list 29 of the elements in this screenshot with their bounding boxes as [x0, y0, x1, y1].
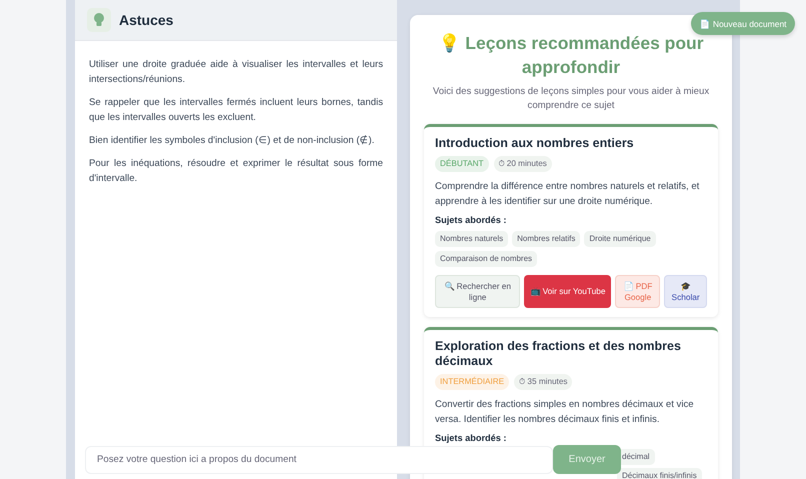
new-document-button[interactable]: 📄 Nouveau document: [691, 12, 795, 35]
topic-tag: Décimaux finis/infinis: [617, 468, 702, 479]
recommendations-subtitle: Voici des suggestions de leçons simples pour vous aider à mieux comprendre ce sujet: [432, 85, 710, 113]
recommendations-title: 💡 Leçons recommandées pour approfondir: [437, 32, 705, 79]
topics-label: Sujets abordés :: [435, 433, 508, 444]
tips-title: Astuces: [119, 12, 174, 28]
question-field[interactable]: Posez votre question ici a propos du document: [85, 446, 553, 474]
lesson-title: Exploration des fractions et des nombres décimaux: [435, 339, 682, 369]
topic-tag: Comparaison de nombres: [435, 251, 538, 267]
topic-tag: Nombres naturels: [435, 231, 508, 247]
tip-text: Pour les inéquations, résoudre et exprimer le résultat sous forme d'intervalle.: [89, 157, 383, 186]
resource-button[interactable]: 📄 PDF Google: [615, 275, 660, 308]
lesson-description: Convertir des fractions simples en nombres décimaux et vice versa. Identifier les nombres décimaux finis et infinis.: [435, 398, 695, 427]
topics-label: Sujets abordés :: [435, 215, 508, 226]
resource-button[interactable]: 🎓 Scholar: [664, 275, 707, 308]
lesson-description: Comprendre la différence entre nombres naturels et relatifs, et apprendre à les identifier sur une droite numérique.: [435, 180, 700, 209]
tip-text: Utiliser une droite graduée aide à visualiser les intervalles et leurs intersections/réunions.: [89, 58, 383, 87]
level-badge: DÉBUTANT: [435, 156, 489, 172]
topic-tag: Nombres relatifs: [512, 231, 580, 247]
resource-button[interactable]: 📺 Voir sur YouTube: [524, 275, 612, 308]
lesson-title: Introduction aux nombres entiers: [435, 136, 635, 151]
level-badge: INTERMÉDIAIRE: [435, 374, 510, 390]
lightbulb-icon: [87, 8, 111, 32]
duration-badge: ⏱ 20 minutes: [494, 156, 552, 172]
tip-text: Bien identifier les symboles d'inclusion (∈) et de non-inclusion (∉).: [89, 134, 376, 148]
tip-text: Se rappeler que les intervalles fermés incluent leurs bornes, tandis que les intervalles ouverts les excluent.: [89, 96, 383, 125]
resource-button[interactable]: 🔍 Rechercher en ligne: [435, 275, 520, 308]
topic-tag: Droite numérique: [584, 231, 656, 247]
duration-badge: ⏱ 35 minutes: [514, 374, 572, 390]
